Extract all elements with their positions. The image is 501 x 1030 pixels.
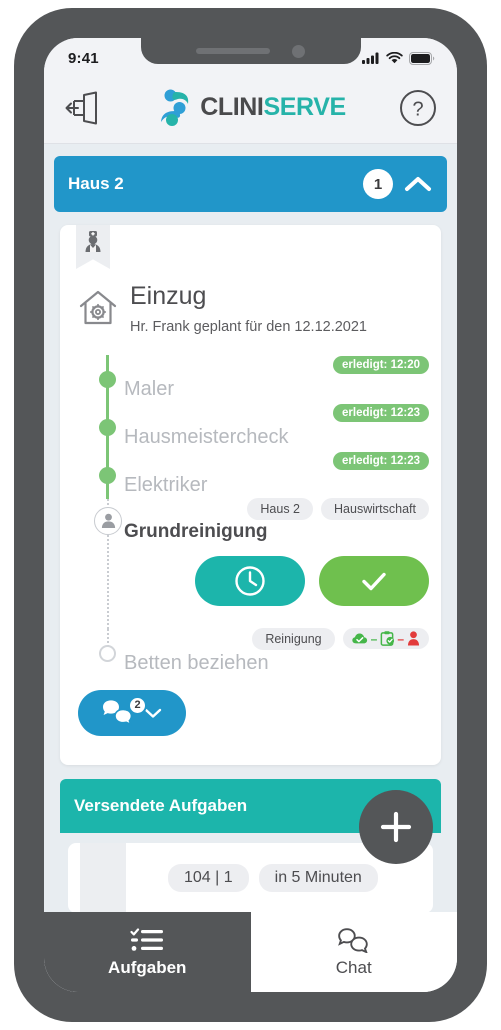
cellular-signal-icon bbox=[362, 52, 379, 64]
bottom-navigation: Aufgaben Chat bbox=[44, 912, 457, 992]
timeline-step-active[interactable]: Haus 2 Hauswirtschaft Grundreinigung bbox=[78, 497, 441, 629]
check-icon bbox=[362, 573, 386, 591]
timeline-dot-done bbox=[99, 418, 116, 436]
nav-item-chat[interactable]: Chat bbox=[250, 912, 457, 992]
task-chat-button[interactable]: 2 bbox=[78, 689, 186, 736]
nav-label-aufgaben: Aufgaben bbox=[108, 957, 187, 977]
nav-label-chat: Chat bbox=[335, 957, 372, 977]
chat-unread-badge: 2 bbox=[128, 695, 147, 715]
logo-text: CLINISERVE bbox=[200, 93, 346, 122]
sent-chip-eta: in 5 Minuten bbox=[258, 864, 378, 892]
timeline-step[interactable]: erledigt: 12:23 Hausmeistercheck bbox=[78, 402, 441, 451]
phone-frame: 9:41 CLINISERVE ? Haus 2 1 Einzug Hr. Fr… bbox=[14, 8, 487, 1022]
tag-location: Haus 2 bbox=[247, 497, 314, 520]
timeline-dot-done bbox=[99, 370, 116, 388]
speaker-grille-icon bbox=[196, 48, 270, 54]
task-card-einzug[interactable]: Einzug Hr. Frank geplant für den 12.12.2… bbox=[60, 225, 441, 765]
assignee-avatar bbox=[94, 506, 122, 535]
group-header-controls: 1 bbox=[363, 169, 433, 199]
timeline-step[interactable]: Reinigung – – Betten beziehen bbox=[78, 627, 441, 674]
sent-task-stripe bbox=[80, 843, 126, 913]
task-subtitle: Hr. Frank geplant für den 12.12.2021 bbox=[130, 318, 367, 335]
chevron-up-icon[interactable] bbox=[403, 174, 433, 194]
group-header-haus-2[interactable]: Haus 2 1 bbox=[54, 156, 447, 212]
nurse-icon bbox=[85, 231, 101, 252]
chip-separator-1: – bbox=[370, 631, 378, 646]
snooze-button[interactable] bbox=[195, 556, 305, 607]
person-icon bbox=[407, 631, 420, 646]
status-indicators bbox=[362, 51, 435, 65]
phone-screen: 9:41 CLINISERVE ? Haus 2 1 Einzug Hr. Fr… bbox=[44, 38, 457, 992]
plus-icon bbox=[380, 811, 412, 843]
wifi-icon bbox=[386, 52, 403, 64]
delivery-status-chip: – – bbox=[342, 628, 429, 649]
phone-notch bbox=[140, 38, 361, 64]
clock-icon bbox=[235, 566, 265, 597]
front-camera-icon bbox=[292, 44, 305, 58]
group-count-badge: 1 bbox=[363, 169, 393, 199]
sent-tasks-title: Versendete Aufgaben bbox=[74, 796, 248, 815]
timeline-step[interactable]: erledigt: 12:23 Elektriker bbox=[78, 450, 441, 499]
checklist-icon bbox=[130, 927, 164, 951]
chip-separator-2: – bbox=[397, 631, 404, 646]
sent-task-chips: 104 | 1 in 5 Minuten bbox=[168, 864, 378, 892]
status-badge: erledigt: 12:20 bbox=[333, 355, 429, 374]
svg-text:?: ? bbox=[412, 98, 423, 120]
task-timeline: erledigt: 12:20 Maler erledigt: 12:23 Ha… bbox=[60, 354, 441, 674]
timeline-dot-open bbox=[99, 644, 116, 662]
logo-text-accent: SERVE bbox=[263, 93, 346, 121]
clipboard-check-icon bbox=[380, 631, 395, 646]
tag-category: Reinigung bbox=[252, 627, 335, 650]
app-header: CLINISERVE ? bbox=[44, 72, 457, 144]
timeline-dot-done bbox=[99, 466, 116, 484]
tag-department: Hauswirtschaft bbox=[321, 497, 429, 520]
group-title: Haus 2 bbox=[68, 174, 124, 193]
confirm-button[interactable] bbox=[319, 556, 429, 607]
app-content: Haus 2 1 Einzug Hr. Frank geplant für de… bbox=[44, 144, 457, 992]
house-gear-icon bbox=[79, 290, 117, 325]
cloud-check-icon bbox=[351, 633, 367, 644]
person-icon bbox=[101, 513, 115, 528]
logout-icon[interactable] bbox=[64, 91, 102, 125]
timeline-step[interactable]: erledigt: 12:20 Maler bbox=[78, 354, 441, 403]
chat-icon bbox=[337, 927, 368, 953]
nav-item-aufgaben[interactable]: Aufgaben bbox=[44, 912, 251, 992]
task-action-buttons bbox=[124, 542, 441, 607]
task-title: Einzug bbox=[130, 282, 207, 310]
app-logo: CLINISERVE bbox=[155, 89, 346, 127]
sent-chip-room: 104 | 1 bbox=[168, 864, 249, 892]
task-card-header: Einzug Hr. Frank geplant für den 12.12.2… bbox=[60, 225, 441, 335]
status-badge: erledigt: 12:23 bbox=[333, 403, 429, 422]
add-task-fab[interactable] bbox=[359, 790, 433, 864]
logo-text-primary: CLINI bbox=[200, 93, 264, 121]
status-badge: erledigt: 12:23 bbox=[333, 451, 429, 470]
task-card-titles: Einzug Hr. Frank geplant für den 12.12.2… bbox=[130, 282, 367, 335]
help-icon[interactable]: ? bbox=[399, 89, 437, 127]
status-time: 9:41 bbox=[68, 49, 99, 67]
cliniserve-mark-icon bbox=[161, 89, 189, 126]
battery-icon bbox=[409, 51, 435, 65]
